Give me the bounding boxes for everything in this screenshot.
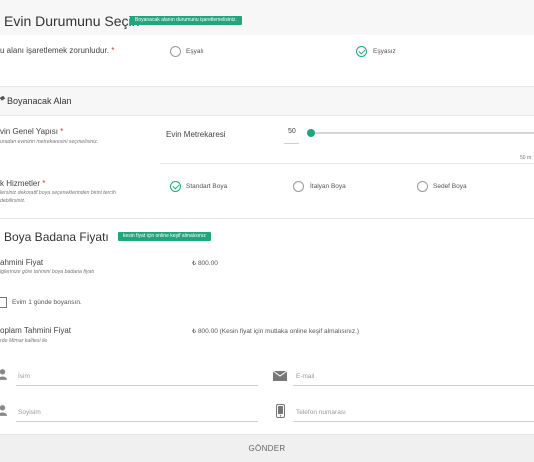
- section3-title: Boya Badana Fiyatı: [4, 230, 109, 244]
- radio-esyasiz[interactable]: [356, 46, 367, 57]
- radio-sedef-boya[interactable]: [417, 181, 428, 192]
- required-question: u alanı işaretlemek zorunludur. *: [0, 46, 114, 55]
- area-label: Evin Metrekaresi: [166, 130, 226, 139]
- radio-sedef-boya-label[interactable]: Sedef Boya: [433, 183, 467, 190]
- radio-esyali-label[interactable]: Eşyalı: [186, 48, 204, 55]
- envelope-icon: [273, 371, 287, 381]
- area-value-underline: [284, 143, 299, 144]
- radio-standart-boya-label[interactable]: Standart Boya: [186, 183, 227, 190]
- services-label: k Hizmetler *: [0, 179, 45, 188]
- estimate-value: ₺ 800.00: [192, 260, 218, 267]
- user-icon: [0, 369, 7, 380]
- area-value[interactable]: 50: [288, 128, 296, 135]
- general-structure-asterisk: *: [60, 127, 64, 136]
- email-input[interactable]: E-mail: [296, 373, 314, 380]
- radio-italyan-boya[interactable]: [293, 181, 304, 192]
- section3-divider: [0, 218, 534, 219]
- submit-button-label: GÖNDER: [248, 444, 286, 453]
- general-structure-label: vin Genel Yapısı *: [0, 127, 63, 136]
- services-divider: [160, 163, 534, 164]
- surname-input-underline: [16, 421, 258, 422]
- radio-esyali[interactable]: [170, 46, 181, 57]
- phone-icon: [276, 404, 285, 418]
- paint-bucket-icon: [0, 95, 6, 101]
- total-label: oplam Tahmini Fiyat: [0, 326, 71, 335]
- user-icon: [0, 405, 7, 416]
- total-hint: rde Mimar kalitesi ile: [0, 338, 48, 344]
- general-structure-text: vin Genel Yapısı: [0, 127, 58, 136]
- radio-standart-boya[interactable]: [170, 181, 181, 192]
- radio-italyan-boya-label[interactable]: İtalyan Boya: [310, 183, 346, 190]
- estimate-hint: iglerinize göre tahmini boya badana fiya…: [0, 269, 95, 275]
- email-input-underline: [293, 385, 534, 386]
- one-day-checkbox-label[interactable]: Evim 1 günde boyansın.: [12, 299, 82, 306]
- required-question-text: u alanı işaretlemek zorunludur.: [0, 46, 109, 55]
- submit-button[interactable]: GÖNDER: [0, 434, 534, 462]
- services-hint-line1: lersiniz dekoratif boya seçeneklerinden …: [0, 190, 116, 196]
- services-text: k Hizmetler: [0, 179, 41, 188]
- area-slider-thumb[interactable]: [307, 129, 315, 137]
- section2-header-bg: [0, 86, 534, 116]
- area-slider-end-label: 50 m: [520, 155, 532, 161]
- section1-title: Evin Durumunu Seçin: [4, 13, 140, 29]
- total-value: ₺ 800.00 (Kesin fiyat için mutlaka onlin…: [192, 328, 360, 335]
- services-asterisk: *: [42, 179, 46, 188]
- section1-badge: Boyanacak alanın durumunu işaretlemelisi…: [130, 16, 242, 25]
- surname-input[interactable]: Soyisim: [18, 409, 41, 416]
- required-asterisk: *: [111, 46, 115, 55]
- estimate-label: ahmini Fiyat: [0, 258, 44, 267]
- section3-badge: kesin fiyat için online keşif almalısını…: [118, 232, 211, 241]
- one-day-checkbox[interactable]: [0, 297, 7, 308]
- phone-input-underline: [293, 421, 534, 422]
- section2-title: Boyanacak Alan: [7, 96, 72, 106]
- name-input[interactable]: İsim: [18, 373, 30, 380]
- radio-esyasiz-label[interactable]: Eşyasız: [373, 48, 396, 55]
- area-slider-track[interactable]: [311, 132, 534, 134]
- phone-input[interactable]: Telefon numarası: [296, 409, 346, 416]
- general-structure-hint: uradan evinizin metrekaresini seçmelisin…: [0, 139, 99, 145]
- services-hint-line2: debilirsiniz.: [0, 198, 26, 204]
- name-input-underline: [16, 385, 258, 386]
